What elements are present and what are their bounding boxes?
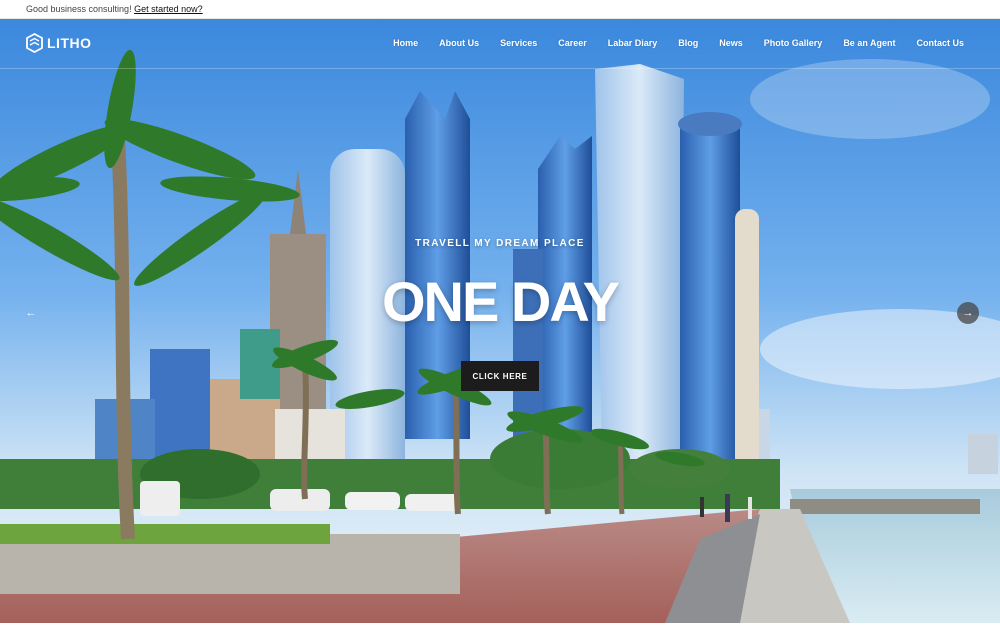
logo[interactable]: LITHO xyxy=(26,33,92,53)
slider-next-button[interactable]: → xyxy=(957,302,979,324)
logo-icon xyxy=(26,33,43,53)
site-header: LITHO Home About Us Services Career Laba… xyxy=(0,19,1000,69)
announcement-bar: Good business consulting! Get started no… xyxy=(0,0,1000,19)
nav-item-contact-us[interactable]: Contact Us xyxy=(916,38,964,48)
slide-headline: ONE DAY xyxy=(381,270,620,333)
click-here-button[interactable]: CLICK HERE xyxy=(461,361,539,391)
nav-item-be-an-agent[interactable]: Be an Agent xyxy=(843,38,895,48)
nav-item-labar-diary[interactable]: Labar Diary xyxy=(608,38,658,48)
announcement-message: Good business consulting! xyxy=(26,4,132,14)
nav-item-blog[interactable]: Blog xyxy=(678,38,698,48)
nav-item-services[interactable]: Services xyxy=(500,38,537,48)
nav-item-home[interactable]: Home xyxy=(393,38,418,48)
announcement-text: Good business consulting! Get started no… xyxy=(26,4,203,14)
get-started-link[interactable]: Get started now? xyxy=(134,4,203,14)
logo-text: LITHO xyxy=(47,35,92,51)
arrow-left-icon: ← xyxy=(25,307,37,319)
slide-eyebrow: TRAVELL MY DREAM PLACE xyxy=(415,238,585,249)
main-nav: Home About Us Services Career Labar Diar… xyxy=(372,38,964,48)
arrow-right-icon: → xyxy=(962,307,974,319)
nav-item-about-us[interactable]: About Us xyxy=(439,38,479,48)
nav-item-news[interactable]: News xyxy=(719,38,743,48)
nav-item-career[interactable]: Career xyxy=(558,38,587,48)
slider-prev-button[interactable]: ← xyxy=(20,302,42,324)
nav-item-photo-gallery[interactable]: Photo Gallery xyxy=(764,38,823,48)
